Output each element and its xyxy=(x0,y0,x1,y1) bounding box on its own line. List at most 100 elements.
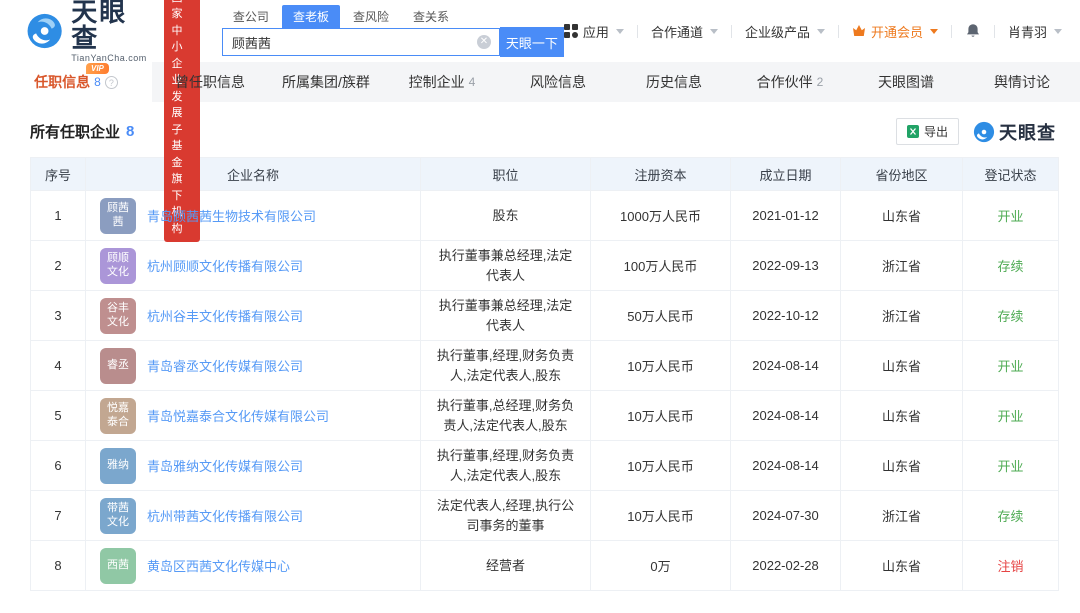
chevron-down-icon xyxy=(616,29,624,34)
position-cell: 执行董事,总经理,财务负责人,法定代表人,股东 xyxy=(421,391,591,441)
tab-3[interactable]: 控制企业 4 xyxy=(384,62,500,102)
page-tabbar: VIP任职信息8?曾任职信息所属集团/族群 控制企业 4 风险信息 历史信息合作伙伴2天… xyxy=(0,62,1080,102)
search-area: 查公司查老板查风险查关系 ✕ 天眼一下 xyxy=(222,5,564,57)
table-row: 7 带茜文化 杭州带茜文化传播有限公司 法定代表人,经理,执行公司事务的董事 1… xyxy=(31,491,1059,541)
company-link[interactable]: 青岛悦嘉泰合文化传媒有限公司 xyxy=(147,406,329,425)
column-header: 注册资本 xyxy=(591,158,731,191)
company-avatar: 顾茜茜 xyxy=(100,198,136,234)
header: 天眼查 TianYanCha.com 都在用的商业查询工具 国家中小企业发展子基… xyxy=(0,0,1080,62)
positions-table: 序号企业名称职位注册资本成立日期省份地区登记状态 1 顾茜茜 青岛顾茜茜生物技术… xyxy=(30,157,1059,591)
tab-count: 8 xyxy=(94,75,101,89)
capital-cell: 10万人民币 xyxy=(591,391,731,441)
tab-label: 控制企业 xyxy=(409,72,465,92)
search-tab[interactable]: 查公司 xyxy=(222,5,280,28)
status-badge: 开业 xyxy=(963,391,1059,441)
search-tab[interactable]: 查老板 xyxy=(282,5,340,28)
tab-2[interactable]: 所属集团/族群 xyxy=(268,62,384,102)
position-cell: 执行董事兼总经理,法定代表人 xyxy=(421,291,591,341)
tab-current-positions[interactable]: VIP任职信息8? xyxy=(0,62,152,102)
status-badge: 注销 xyxy=(963,541,1059,591)
status-badge: 存续 xyxy=(963,291,1059,341)
row-index: 7 xyxy=(31,491,86,541)
company-avatar: 睿丞 xyxy=(100,348,136,384)
user-menu[interactable]: 肖青羽 xyxy=(1008,22,1062,41)
company-link[interactable]: 青岛顾茜茜生物技术有限公司 xyxy=(147,206,316,225)
nav-enterprise-products[interactable]: 企业级产品 xyxy=(745,22,825,41)
nav-apps[interactable]: 应用 xyxy=(564,22,624,41)
chevron-down-icon xyxy=(710,29,718,34)
status-badge: 开业 xyxy=(963,191,1059,241)
column-header: 企业名称 xyxy=(86,158,421,191)
logo-text: 天眼查 xyxy=(71,0,149,51)
company-avatar: 谷丰文化 xyxy=(100,298,136,334)
section-head: 所有任职企业 8 导出 天眼查 xyxy=(0,102,1080,157)
tab-6[interactable]: 合作伙伴2 xyxy=(732,62,848,102)
tianyancha-logo[interactable]: 天眼查 TianYanCha.com xyxy=(26,0,150,63)
notification-bell[interactable] xyxy=(965,23,981,39)
help-icon[interactable]: ? xyxy=(105,76,118,89)
tab-1[interactable]: 曾任职信息 xyxy=(152,62,268,102)
chevron-down-icon xyxy=(1054,29,1062,34)
divider xyxy=(951,25,952,38)
tab-count: 4 xyxy=(469,75,476,89)
divider xyxy=(994,25,995,38)
tab-count: 2 xyxy=(817,75,824,89)
column-header: 序号 xyxy=(31,158,86,191)
watermark-logo: 天眼查 xyxy=(973,119,1056,145)
export-button[interactable]: 导出 xyxy=(896,118,959,145)
tab-7[interactable]: 天眼图谱 xyxy=(848,62,964,102)
position-cell: 经营者 xyxy=(421,541,591,591)
tab-label: 风险信息 xyxy=(530,72,586,92)
date-cell: 2024-07-30 xyxy=(731,491,841,541)
position-cell: 执行董事兼总经理,法定代表人 xyxy=(421,241,591,291)
section-count: 8 xyxy=(126,123,134,140)
section-title: 所有任职企业 xyxy=(30,121,120,142)
promo-line2: 国家中小企业发展子基金旗下机构 xyxy=(172,0,192,237)
excel-export-icon xyxy=(907,125,919,138)
position-cell: 法定代表人,经理,执行公司事务的董事 xyxy=(421,491,591,541)
company-link[interactable]: 黄岛区西茜文化传媒中心 xyxy=(147,556,290,575)
divider xyxy=(838,25,839,38)
clear-icon[interactable]: ✕ xyxy=(477,35,491,49)
province-cell: 山东省 xyxy=(841,541,963,591)
province-cell: 山东省 xyxy=(841,441,963,491)
search-tab[interactable]: 查风险 xyxy=(342,5,400,28)
search-input[interactable] xyxy=(223,29,499,55)
table-row: 3 谷丰文化 杭州谷丰文化传播有限公司 执行董事兼总经理,法定代表人 50万人民… xyxy=(31,291,1059,341)
nav-enterprise-label: 企业级产品 xyxy=(745,22,810,41)
watermark-swirl-icon xyxy=(973,121,995,143)
status-badge: 存续 xyxy=(963,491,1059,541)
row-index: 3 xyxy=(31,291,86,341)
status-badge: 存续 xyxy=(963,241,1059,291)
column-header: 省份地区 xyxy=(841,158,963,191)
tab-5[interactable]: 历史信息 xyxy=(616,62,732,102)
nav-apps-label: 应用 xyxy=(583,22,609,41)
export-label: 导出 xyxy=(924,123,948,140)
vip-badge: VIP xyxy=(86,63,109,74)
row-index: 4 xyxy=(31,341,86,391)
date-cell: 2021-01-12 xyxy=(731,191,841,241)
company-link[interactable]: 杭州带茜文化传播有限公司 xyxy=(147,506,303,525)
nav-open-vip[interactable]: 开通会员 xyxy=(852,22,938,41)
crown-icon xyxy=(852,25,866,37)
chevron-down-icon xyxy=(817,29,825,34)
capital-cell: 100万人民币 xyxy=(591,241,731,291)
company-link[interactable]: 青岛雅纳文化传媒有限公司 xyxy=(147,456,303,475)
company-link[interactable]: 杭州顾顺文化传播有限公司 xyxy=(147,256,303,275)
tab-4[interactable]: 风险信息 xyxy=(500,62,616,102)
bell-icon xyxy=(965,23,981,39)
company-link[interactable]: 青岛睿丞文化传媒有限公司 xyxy=(147,356,303,375)
capital-cell: 0万 xyxy=(591,541,731,591)
date-cell: 2022-02-28 xyxy=(731,541,841,591)
search-tabs: 查公司查老板查风险查关系 xyxy=(222,5,564,28)
search-tab[interactable]: 查关系 xyxy=(402,5,460,28)
tab-8[interactable]: 舆情讨论 xyxy=(964,62,1080,102)
company-link[interactable]: 杭州谷丰文化传播有限公司 xyxy=(147,306,303,325)
search-button[interactable]: 天眼一下 xyxy=(500,27,564,57)
province-cell: 山东省 xyxy=(841,391,963,441)
divider xyxy=(731,25,732,38)
position-cell: 执行董事,经理,财务负责人,法定代表人,股东 xyxy=(421,441,591,491)
table-row: 4 睿丞 青岛睿丞文化传媒有限公司 执行董事,经理,财务负责人,法定代表人,股东… xyxy=(31,341,1059,391)
capital-cell: 10万人民币 xyxy=(591,491,731,541)
nav-partner-channel[interactable]: 合作通道 xyxy=(651,22,718,41)
